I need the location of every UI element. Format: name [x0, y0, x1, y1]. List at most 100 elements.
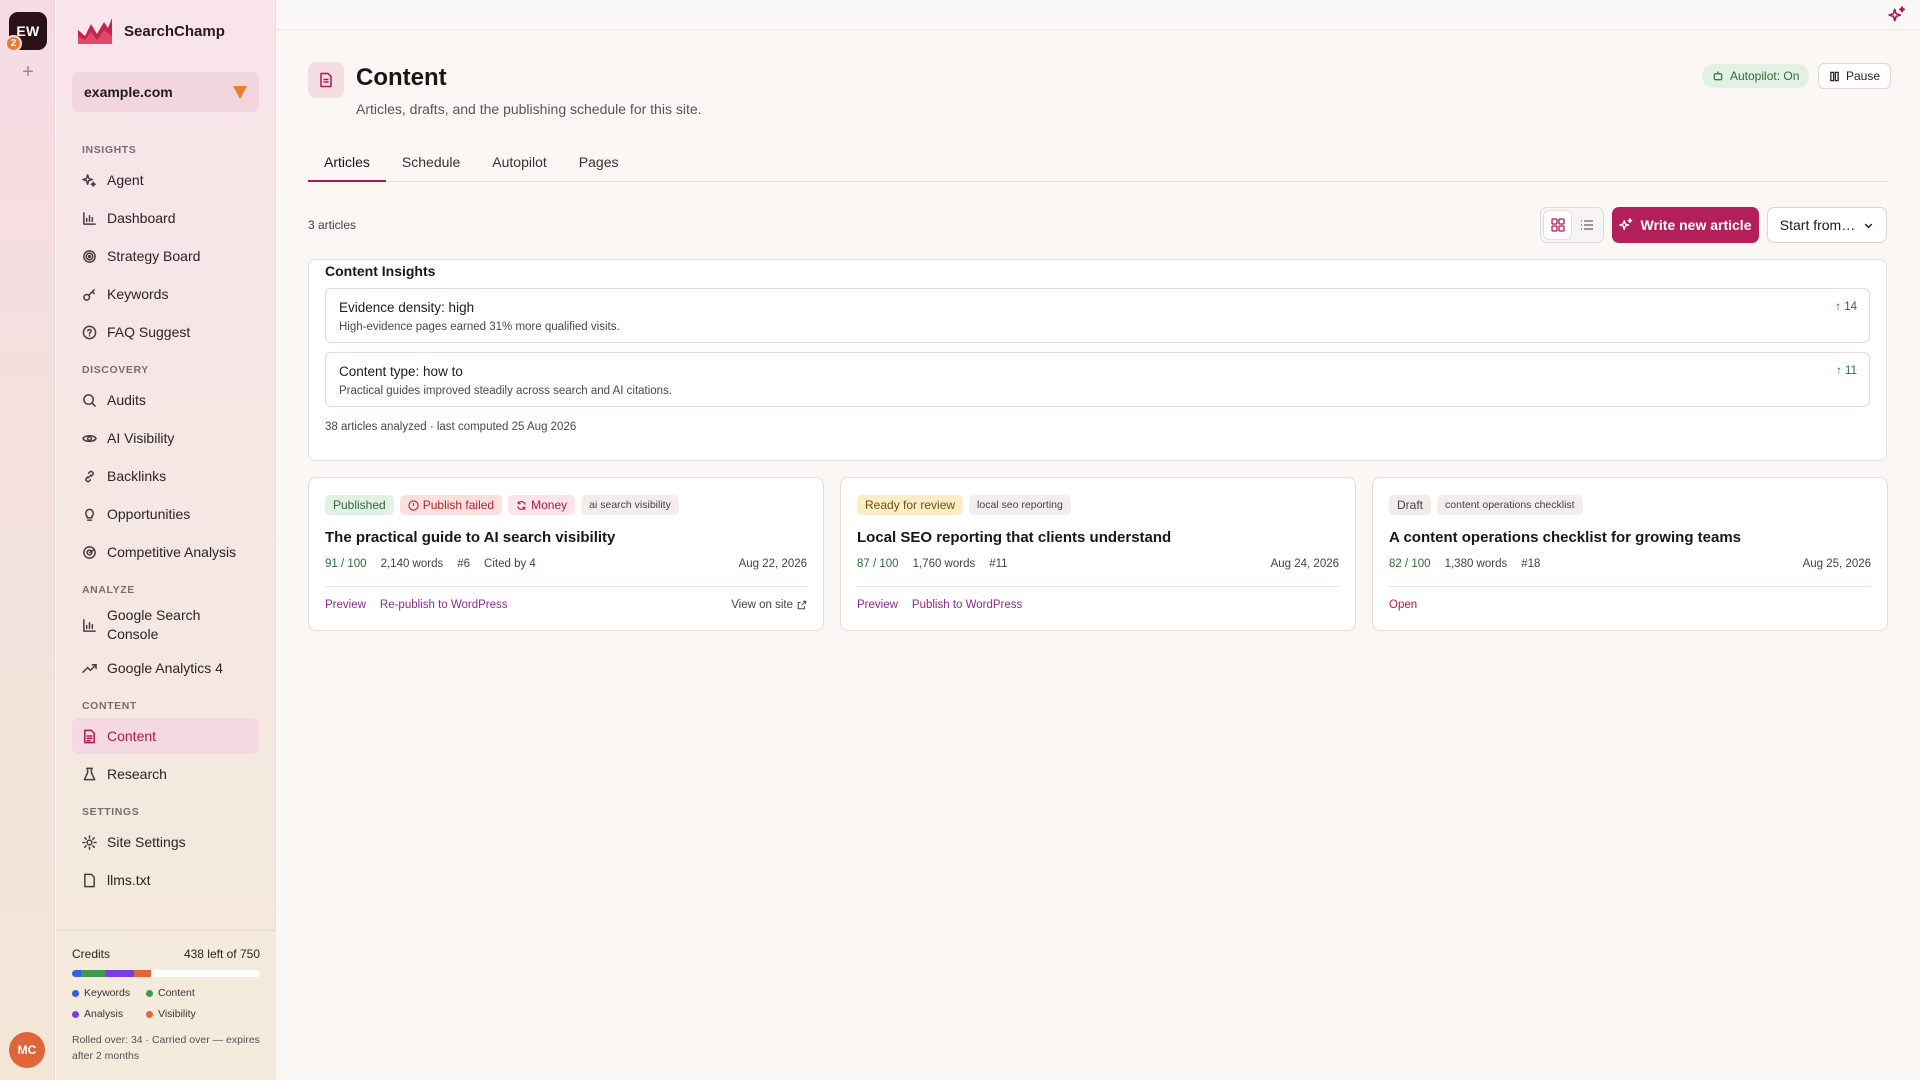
file-text-icon [82, 729, 97, 744]
sidebar-item-faq-suggest[interactable]: FAQ Suggest [72, 314, 259, 350]
article-date: Aug 22, 2026 [738, 558, 807, 570]
bar-chart-icon [82, 211, 97, 226]
article-card[interactable]: Draft content operations checklist A con… [1372, 477, 1888, 631]
preview-link[interactable]: Preview [325, 599, 366, 611]
sidebar-item-research[interactable]: Research [72, 756, 259, 792]
sidebar-item-label: Google Search Console [107, 607, 201, 642]
sidebar-item-google-analytics[interactable]: Google Analytics 4 [72, 650, 259, 686]
article-card[interactable]: Published Publish failed Money ai search… [308, 477, 824, 631]
alert-circle-icon [408, 499, 419, 511]
pause-button[interactable]: Pause [1818, 63, 1892, 89]
start-from-dropdown[interactable]: Start from… [1767, 207, 1887, 243]
sidebar-item-label: llms.txt [107, 872, 151, 888]
sidebar-item-google-search-console[interactable]: Google Search Console [72, 602, 259, 648]
legend-visibility: Visibility [146, 1008, 236, 1020]
site-name: example.com [84, 84, 173, 100]
insight-title: Evidence density: high [339, 300, 475, 315]
sidebar-item-label: Dashboard [107, 210, 176, 226]
tab-pages[interactable]: Pages [563, 150, 635, 182]
pause-icon [1830, 71, 1839, 81]
article-count: 3 articles [308, 218, 357, 232]
trending-up-icon [82, 661, 97, 676]
tab-autopilot[interactable]: Autopilot [476, 150, 562, 182]
sidebar-item-backlinks[interactable]: Backlinks [72, 458, 259, 494]
brand[interactable]: SearchChamp [76, 16, 225, 46]
sidebar-item-label: Agent [107, 172, 144, 188]
nav-section-analyze: ANALYZE [82, 584, 135, 596]
file-text-icon [320, 72, 332, 88]
list-view-button[interactable] [1573, 211, 1600, 239]
user-avatar[interactable]: MC [9, 1032, 45, 1068]
add-workspace-button[interactable]: + [18, 62, 38, 82]
sidebar-item-audits[interactable]: Audits [72, 382, 259, 418]
key-icon [82, 287, 97, 302]
article-word-count: 1,380 words [1444, 558, 1508, 570]
sidebar-item-label: Google Analytics 4 [107, 660, 223, 676]
sidebar-item-label: Opportunities [107, 506, 191, 522]
open-link[interactable]: Open [1389, 599, 1417, 611]
link-icon [82, 469, 97, 484]
sidebar-item-site-settings[interactable]: Site Settings [72, 824, 259, 860]
article-title[interactable]: The practical guide to AI search visibil… [325, 529, 807, 546]
sidebar-item-llms[interactable]: llms.txt [72, 862, 259, 898]
sidebar-item-content[interactable]: Content [72, 718, 259, 754]
lightbulb-icon [82, 507, 97, 522]
sidebar-item-label: Strategy Board [107, 248, 201, 264]
sidebar-item-dashboard[interactable]: Dashboard [72, 200, 259, 236]
credits-label: Credits [72, 947, 111, 961]
sidebar-item-competitive-analysis[interactable]: Competitive Analysis [72, 534, 259, 570]
sidebar-item-ai-visibility[interactable]: AI Visibility [72, 420, 259, 456]
article-title[interactable]: Local SEO reporting that clients underst… [857, 529, 1339, 546]
legend-keywords: Keywords [72, 987, 146, 999]
money-badge: Money [508, 495, 576, 515]
insight-item[interactable]: Evidence density: high High-evidence pag… [325, 288, 1870, 343]
legend-analysis: Analysis [72, 1008, 146, 1020]
tab-schedule[interactable]: Schedule [386, 150, 476, 182]
sidebar-item-strategy-board[interactable]: Strategy Board [72, 238, 259, 274]
grid-view-button[interactable] [1544, 211, 1571, 239]
sparkles-icon[interactable] [1888, 6, 1906, 29]
page-title: Content [356, 64, 447, 91]
nav-section-insights: INSIGHTS [82, 144, 137, 156]
status-badge: Ready for review [857, 495, 964, 515]
article-title[interactable]: A content operations checklist for growi… [1389, 529, 1871, 546]
radar-icon [82, 545, 97, 560]
nav-section-settings: SETTINGS [82, 806, 140, 818]
flask-icon [82, 767, 97, 782]
nav-section-content: CONTENT [82, 700, 137, 712]
article-card[interactable]: Ready for review local seo reporting Loc… [840, 477, 1356, 631]
sidebar-item-keywords[interactable]: Keywords [72, 276, 259, 312]
insight-delta: ↑ 14 [1835, 301, 1857, 313]
article-score: 82 / 100 [1389, 558, 1431, 570]
insight-item[interactable]: Content type: how to Practical guides im… [325, 352, 1870, 407]
target-icon [82, 249, 97, 264]
article-word-count: 2,140 words [380, 558, 444, 570]
view-on-site-link[interactable]: View on site [731, 599, 807, 611]
publish-failed-badge: Publish failed [399, 495, 503, 515]
credits-note: Rolled over: 34 · Carried over — expires… [72, 1034, 260, 1062]
preview-link[interactable]: Preview [857, 599, 898, 611]
publish-link[interactable]: Publish to WordPress [912, 599, 1022, 611]
credits-panel: Credits 438 left of 750 Keywords Content… [56, 930, 276, 1080]
republish-link[interactable]: Re-publish to WordPress [380, 599, 508, 611]
write-new-article-button[interactable]: Write new article [1612, 207, 1759, 243]
sidebar-item-label: AI Visibility [107, 430, 175, 446]
notification-badge: 2 [5, 35, 22, 52]
credit-segment-analysis [105, 970, 135, 977]
credit-segment-keywords [72, 970, 82, 977]
page-icon [308, 62, 344, 98]
keyword-tag: ai search visibility [581, 495, 679, 515]
search-icon [82, 393, 97, 408]
sidebar-item-label: Competitive Analysis [107, 544, 237, 560]
legend-content: Content [146, 987, 236, 999]
site-selector[interactable]: example.com [72, 72, 259, 112]
view-toggle [1540, 207, 1604, 243]
sidebar-item-opportunities[interactable]: Opportunities [72, 496, 259, 532]
keyword-tag: local seo reporting [969, 495, 1071, 515]
insight-description: High-evidence pages earned 31% more qual… [339, 321, 620, 333]
tab-articles[interactable]: Articles [308, 150, 386, 182]
article-score: 91 / 100 [325, 558, 367, 570]
chevron-down-icon [1865, 223, 1873, 228]
robot-icon [1713, 71, 1723, 81]
sidebar-item-agent[interactable]: Agent [72, 162, 259, 198]
